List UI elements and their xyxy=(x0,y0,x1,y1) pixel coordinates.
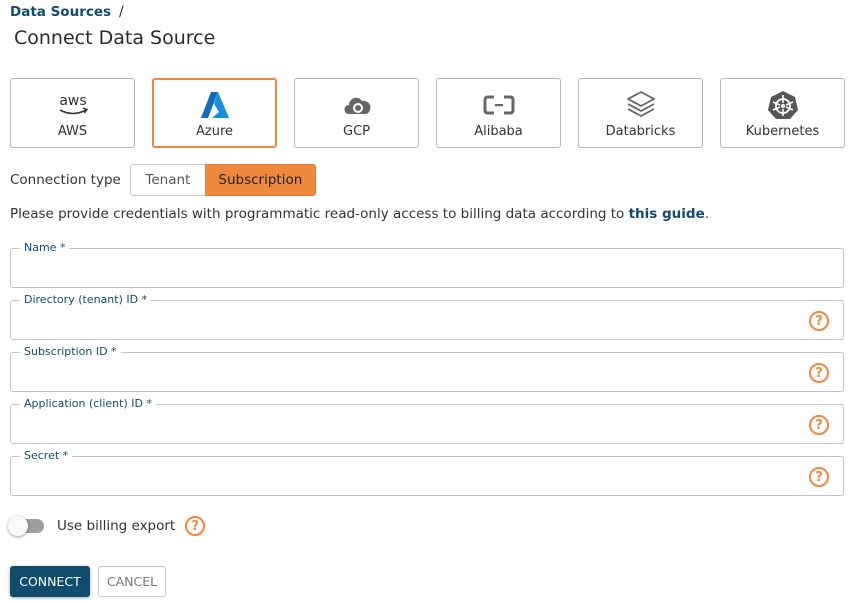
gcp-icon xyxy=(341,88,373,122)
guide-link[interactable]: this guide xyxy=(629,206,705,222)
cancel-button[interactable]: CANCEL xyxy=(98,566,166,597)
billing-export-row: Use billing export ? xyxy=(8,516,206,536)
breadcrumb-data-sources-link[interactable]: Data Sources xyxy=(10,4,111,20)
name-field: Name * xyxy=(10,241,844,288)
secret-input[interactable] xyxy=(21,469,801,489)
help-icon[interactable]: ? xyxy=(809,467,829,487)
secret-label: Secret * xyxy=(20,449,73,462)
subscription-id-label: Subscription ID * xyxy=(20,345,121,358)
name-field-label: Name * xyxy=(20,241,70,254)
databricks-icon xyxy=(625,88,657,122)
provider-tile-aws[interactable]: aws AWS xyxy=(10,78,135,148)
connection-type-label: Connection type xyxy=(10,172,121,188)
provider-tile-azure[interactable]: Azure xyxy=(152,78,277,148)
name-input[interactable] xyxy=(21,261,801,281)
credentials-info-suffix: . xyxy=(704,206,710,222)
directory-tenant-id-field: Directory (tenant) ID * ? xyxy=(10,293,844,340)
billing-export-label: Use billing export xyxy=(57,518,176,534)
application-client-id-input[interactable] xyxy=(21,417,801,437)
connection-type-row: Connection type Tenant Subscription xyxy=(10,164,316,196)
provider-label-aws: AWS xyxy=(57,124,88,139)
connect-button[interactable]: CONNECT xyxy=(10,566,90,597)
connection-type-subscription[interactable]: Subscription xyxy=(204,164,316,196)
aws-icon: aws xyxy=(56,88,90,122)
toggle-knob xyxy=(8,516,28,536)
credentials-info-text: Please provide credentials with programm… xyxy=(10,206,629,222)
azure-icon xyxy=(199,88,231,122)
connection-type-tenant[interactable]: Tenant xyxy=(129,164,205,196)
help-icon[interactable]: ? xyxy=(809,363,829,383)
help-icon[interactable]: ? xyxy=(185,516,206,536)
provider-label-azure: Azure xyxy=(195,124,233,139)
provider-tiles: aws AWS Azure GCP Alibaba Databricks Kub… xyxy=(10,78,845,148)
provider-label-kubernetes: Kubernetes xyxy=(745,124,820,139)
application-client-id-field: Application (client) ID * ? xyxy=(10,397,844,444)
help-icon[interactable]: ? xyxy=(809,311,829,331)
provider-label-databricks: Databricks xyxy=(605,124,676,139)
provider-tile-gcp[interactable]: GCP xyxy=(294,78,419,148)
directory-tenant-id-input[interactable] xyxy=(21,313,801,333)
provider-label-gcp: GCP xyxy=(343,124,370,139)
provider-label-alibaba: Alibaba xyxy=(474,124,523,139)
kubernetes-icon xyxy=(767,88,799,122)
subscription-id-field: Subscription ID * ? xyxy=(10,345,844,392)
subscription-id-input[interactable] xyxy=(21,365,801,385)
connection-type-toggle: Tenant Subscription xyxy=(129,164,316,196)
breadcrumb-separator: / xyxy=(119,4,124,20)
billing-export-toggle[interactable] xyxy=(8,516,46,536)
page-title: Connect Data Source xyxy=(14,27,216,49)
provider-tile-kubernetes[interactable]: Kubernetes xyxy=(720,78,845,148)
help-icon[interactable]: ? xyxy=(809,415,829,435)
credentials-info: Please provide credentials with programm… xyxy=(10,206,709,222)
breadcrumb: Data Sources / xyxy=(10,4,124,20)
alibaba-icon xyxy=(483,88,515,122)
svg-text:aws: aws xyxy=(59,93,86,109)
provider-tile-alibaba[interactable]: Alibaba xyxy=(436,78,561,148)
application-client-id-label: Application (client) ID * xyxy=(20,397,156,410)
secret-field: Secret * ? xyxy=(10,449,844,496)
directory-tenant-id-label: Directory (tenant) ID * xyxy=(20,293,152,306)
provider-tile-databricks[interactable]: Databricks xyxy=(578,78,703,148)
